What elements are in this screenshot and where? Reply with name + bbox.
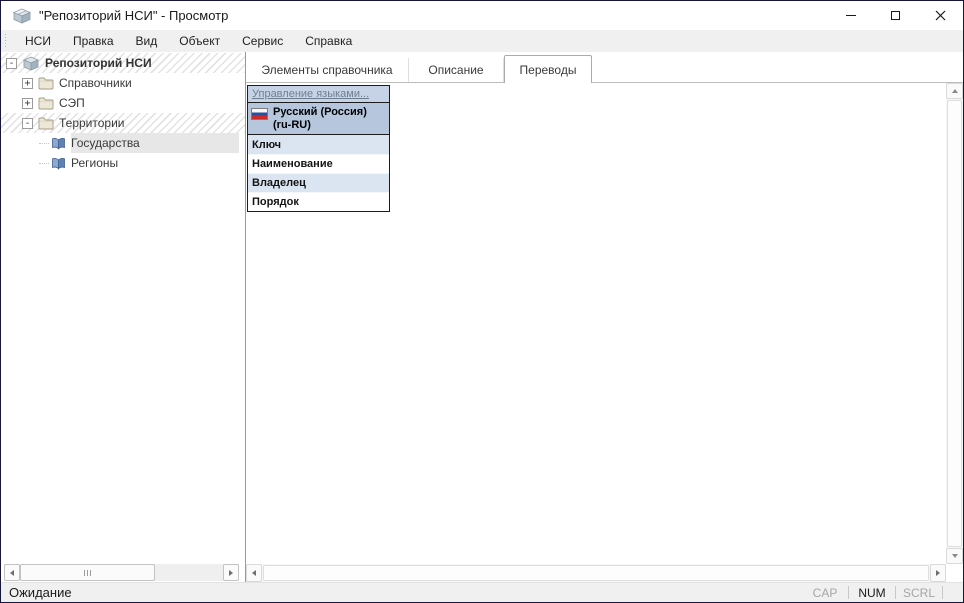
divider [942, 586, 943, 599]
scrollbar-track[interactable] [155, 564, 223, 581]
collapse-expander-icon[interactable] [6, 57, 17, 69]
details-panel: Элементы справочника Описание Переводы У… [246, 52, 963, 582]
minimize-icon [845, 15, 856, 16]
caps-lock-indicator: CAP [812, 585, 838, 600]
menu-bar: НСИ Правка Вид Объект Сервис Справка [1, 30, 963, 52]
tree-connector [39, 142, 49, 144]
maximize-icon [891, 11, 900, 20]
tab-description[interactable]: Описание [409, 58, 504, 82]
folder-icon [38, 97, 54, 109]
divider [848, 586, 849, 599]
scroll-up-button[interactable] [946, 83, 963, 99]
close-icon [935, 10, 946, 21]
tree-label: Государства [71, 136, 140, 150]
menu-object[interactable]: Объект [168, 30, 231, 52]
tree-row-repository[interactable]: Репозиторий НСИ [1, 53, 245, 73]
folder-icon [38, 77, 54, 89]
window-title: "Репозиторий НСИ" - Просмотр [39, 8, 229, 23]
menu-help[interactable]: Справка [294, 30, 363, 52]
tree-row-gosudarstva[interactable]: Государства [1, 133, 245, 153]
tree-label: Репозиторий НСИ [45, 56, 152, 70]
selected-tree-node: Государства [71, 133, 239, 153]
grip-icon [83, 569, 92, 576]
book-icon [52, 157, 65, 170]
collapse-expander-icon[interactable] [22, 117, 33, 129]
expand-expander-icon[interactable] [22, 77, 33, 89]
num-lock-indicator: NUM [858, 585, 886, 600]
table-row-key[interactable]: Ключ [248, 135, 389, 154]
content-vertical-scrollbar [946, 83, 963, 564]
translations-table: Управление языками... Русский (Россия) (… [247, 85, 390, 212]
field-label: Наименование [252, 158, 333, 170]
package-icon [13, 8, 31, 24]
scroll-lock-indicator: SCRL [902, 585, 935, 600]
window-controls [828, 1, 963, 30]
menu-nsi[interactable]: НСИ [14, 30, 62, 52]
translations-content: Управление языками... Русский (Россия) (… [246, 83, 963, 564]
field-label: Ключ [252, 138, 282, 151]
scroll-right-button[interactable] [223, 564, 239, 581]
divider [895, 586, 896, 599]
table-row-name[interactable]: Наименование [248, 154, 389, 173]
keyboard-indicators: CAP NUM SCRL [804, 586, 953, 600]
tree-connector [39, 162, 49, 164]
tree-label: СЭП [59, 96, 85, 110]
close-button[interactable] [918, 1, 963, 30]
scroll-left-button[interactable] [246, 564, 262, 582]
scrollbar-thumb[interactable] [263, 565, 929, 581]
language-column-header[interactable]: Русский (Россия) (ru-RU) [248, 103, 389, 135]
arrow-left-icon [10, 569, 14, 576]
folder-icon [38, 117, 54, 129]
manage-languages-link[interactable]: Управление языками... [252, 88, 369, 100]
table-row-owner[interactable]: Владелец [248, 173, 389, 192]
expand-expander-icon[interactable] [22, 97, 33, 109]
tab-dictionary-elements[interactable]: Элементы справочника [246, 58, 409, 82]
table-row-order[interactable]: Порядок [248, 192, 389, 211]
tree-label: Регионы [71, 156, 119, 170]
tree-horizontal-scrollbar [4, 564, 239, 581]
menu-view[interactable]: Вид [125, 30, 169, 52]
field-label: Порядок [252, 196, 299, 208]
menu-service[interactable]: Сервис [231, 30, 294, 52]
tree-row-territorii[interactable]: Территории [1, 113, 245, 133]
scroll-right-button[interactable] [930, 564, 946, 582]
arrow-right-icon [936, 570, 940, 576]
tab-bar: Элементы справочника Описание Переводы [246, 52, 963, 83]
repository-tree: Репозиторий НСИ Справочники [1, 52, 245, 173]
minimize-button[interactable] [828, 1, 873, 30]
repository-package-icon [22, 56, 40, 71]
arrow-left-icon [252, 570, 256, 576]
tab-translations[interactable]: Переводы [504, 55, 592, 83]
arrow-down-icon [951, 554, 958, 558]
table-header-link-row: Управление языками... [248, 86, 389, 103]
arrow-up-icon [951, 89, 958, 93]
menu-edit[interactable]: Правка [62, 30, 125, 52]
repository-tree-panel: Репозиторий НСИ Справочники [1, 52, 246, 582]
maximize-button[interactable] [873, 1, 918, 30]
status-text: Ожидание [9, 585, 72, 600]
scroll-down-button[interactable] [946, 548, 963, 564]
tree-row-spravochniki[interactable]: Справочники [1, 73, 245, 93]
tree-row-sep[interactable]: СЭП [1, 93, 245, 113]
toolbar-grip-icon[interactable] [4, 34, 7, 48]
content-horizontal-scrollbar [246, 564, 946, 582]
language-name: Русский (Россия) (ru-RU) [273, 106, 367, 131]
russia-flag-icon [251, 108, 268, 120]
app-window: "Репозиторий НСИ" - Просмотр НСИ Правка … [0, 0, 964, 603]
scrollbar-thumb[interactable] [20, 564, 155, 581]
status-bar: Ожидание CAP NUM SCRL [1, 582, 963, 602]
scrollbar-thumb[interactable] [947, 100, 962, 547]
tree-label: Территории [59, 116, 125, 130]
book-icon [52, 137, 65, 150]
title-bar: "Репозиторий НСИ" - Просмотр [1, 1, 963, 30]
main-area: Репозиторий НСИ Справочники [1, 52, 963, 582]
tree-row-regiony[interactable]: Регионы [1, 153, 245, 173]
arrow-right-icon [229, 569, 233, 576]
scroll-left-button[interactable] [4, 564, 20, 581]
field-label: Владелец [252, 177, 306, 189]
tree-label: Справочники [59, 76, 132, 90]
